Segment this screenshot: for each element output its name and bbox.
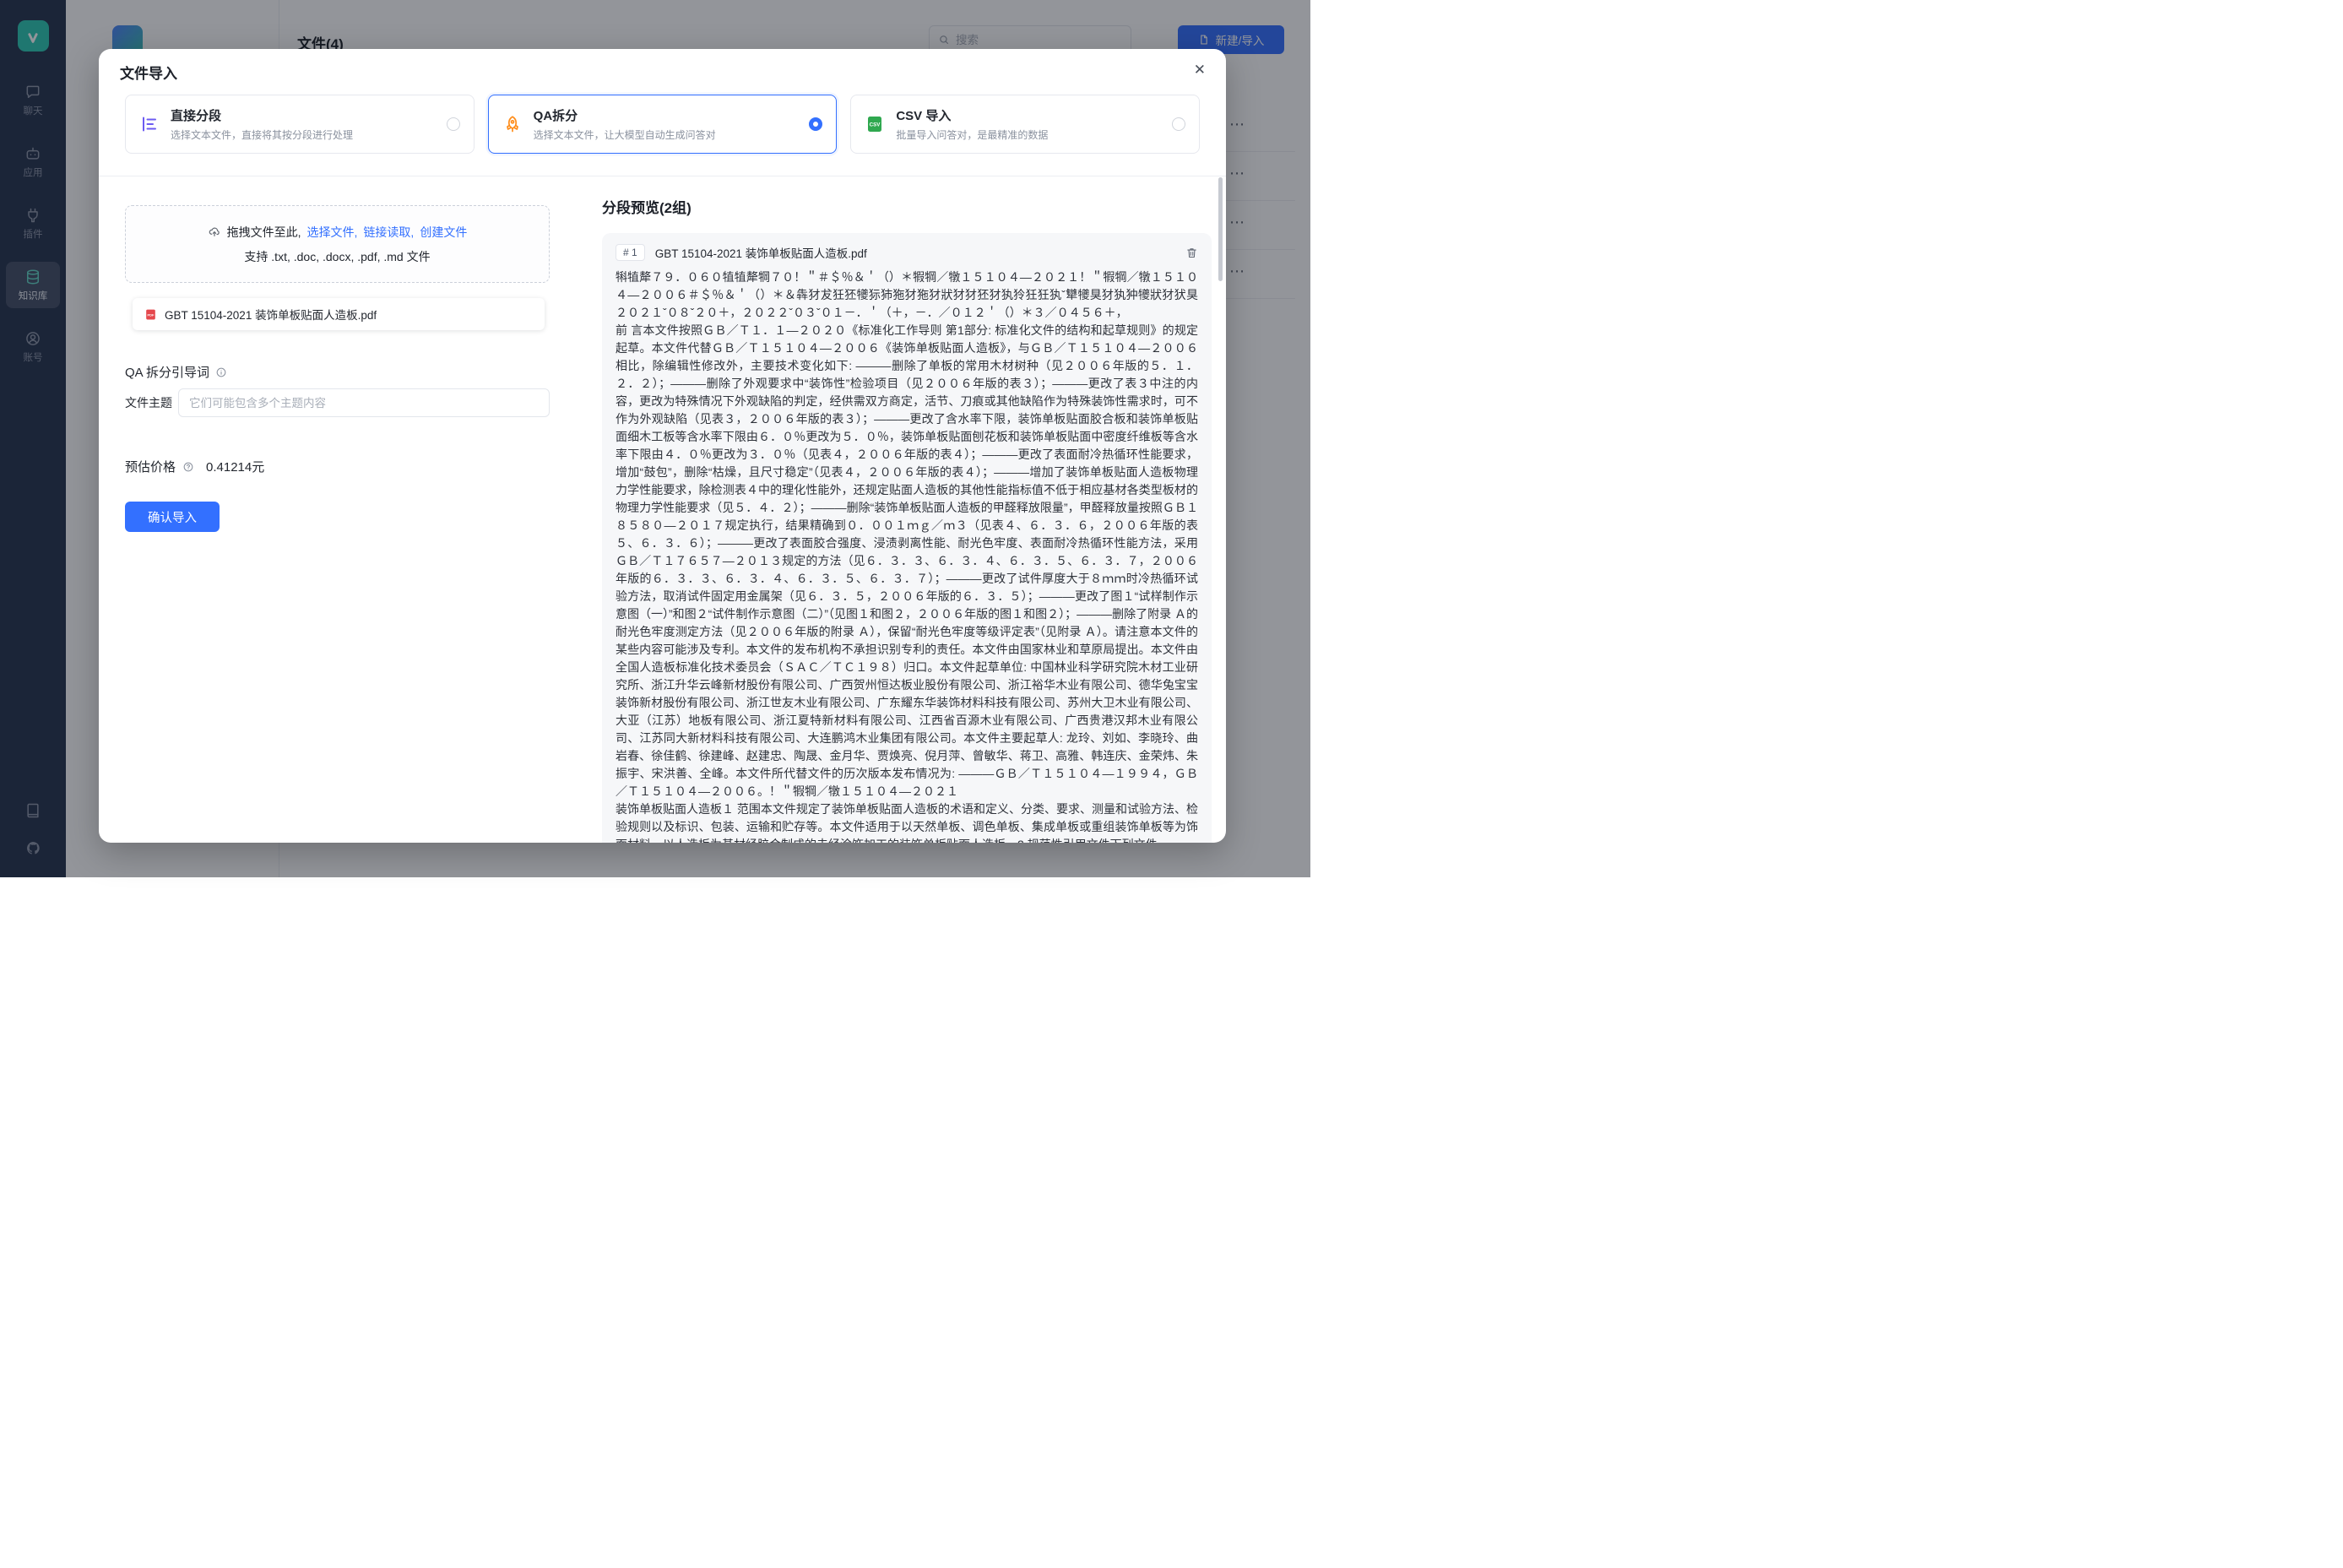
mode-title: 直接分段 <box>171 106 436 124</box>
chunk-file-name: GBT 15104-2021 装饰单板贴面人造板.pdf <box>655 244 1175 261</box>
import-mode-group: 直接分段 选择文本文件，直接将其按分段进行处理 QA拆分 选择文本文件，让大模型… <box>125 95 1200 154</box>
file-import-modal: 文件导入 ✕ 直接分段 选择文本文件，直接将其按分段进行处理 QA拆分 选择文本… <box>99 49 1226 843</box>
dropzone-line1: 拖拽文件至此, 选择文件, 链接读取, 创建文件 <box>208 224 468 241</box>
uploaded-file-name: GBT 15104-2021 装饰单板贴面人造板.pdf <box>165 306 377 323</box>
mode-card-csv-import[interactable]: CSV CSV 导入 批量导入问答对，是最精准的数据 <box>850 95 1200 154</box>
question-icon[interactable] <box>182 461 194 473</box>
qa-prompt-row: QA 拆分引导词 <box>125 363 227 381</box>
price-label: 预估价格 <box>125 458 176 475</box>
delete-chunk-button[interactable] <box>1185 247 1198 259</box>
trash-icon <box>1185 247 1198 259</box>
mode-radio[interactable] <box>1172 117 1185 131</box>
mode-title: CSV 导入 <box>896 106 1161 124</box>
price-row: 预估价格 0.41214元 <box>125 458 264 475</box>
file-dropzone[interactable]: 拖拽文件至此, 选择文件, 链接读取, 创建文件 支持 .txt, .doc, … <box>125 205 550 283</box>
mode-desc: 批量导入问答对，是最精准的数据 <box>896 128 1161 142</box>
mode-card-qa-split[interactable]: QA拆分 选择文本文件，让大模型自动生成问答对 <box>488 95 838 154</box>
topic-input[interactable] <box>178 388 550 417</box>
mode-text: QA拆分 选择文本文件，让大模型自动生成问答对 <box>534 106 799 142</box>
chunk-paragraph: 装饰单板贴面人造板１ 范围本文件规定了装饰单板贴面人造板的术语和定义、分类、要求… <box>616 800 1198 843</box>
topic-row: 文件主题 <box>125 388 550 417</box>
mode-desc: 选择文本文件，直接将其按分段进行处理 <box>171 128 436 142</box>
info-icon[interactable] <box>215 366 227 378</box>
mode-radio[interactable] <box>809 117 822 131</box>
link-fetch-link[interactable]: 链接读取, <box>363 224 414 241</box>
dropzone-prefix: 拖拽文件至此, <box>227 224 301 241</box>
mode-radio[interactable] <box>447 117 460 131</box>
chunk-preview-card: # 1 GBT 15104-2021 装饰单板贴面人造板.pdf 犐犆犛７９．０… <box>602 233 1212 843</box>
svg-text:PDF: PDF <box>148 312 155 317</box>
mode-card-direct-segment[interactable]: 直接分段 选择文本文件，直接将其按分段进行处理 <box>125 95 475 154</box>
preview-title: 分段预览(2组) <box>602 196 692 217</box>
pdf-file-icon: PDF <box>144 308 157 321</box>
segment-icon <box>139 114 160 134</box>
close-icon[interactable]: ✕ <box>1189 57 1211 82</box>
csv-file-icon: CSV <box>865 114 885 134</box>
chunk-paragraph: 犐犆犛７９．０６０犆犆犛犅７０！＂＃＄％＆＇（）＊犌犅／犜１５１０４—２０２１！… <box>616 269 1198 322</box>
modal-title: 文件导入 <box>120 62 177 83</box>
cloud-upload-icon <box>208 225 221 239</box>
qa-prompt-label: QA 拆分引导词 <box>125 363 209 381</box>
uploaded-file-item[interactable]: PDF GBT 15104-2021 装饰单板贴面人造板.pdf <box>133 298 545 330</box>
create-file-link[interactable]: 创建文件 <box>420 224 467 241</box>
svg-text:CSV: CSV <box>870 122 881 128</box>
dropzone-support-text: 支持 .txt, .doc, .docx, .pdf, .md 文件 <box>244 248 430 265</box>
mode-text: CSV 导入 批量导入问答对，是最精准的数据 <box>896 106 1161 142</box>
confirm-import-button[interactable]: 确认导入 <box>125 502 220 532</box>
chunk-index-badge: # 1 <box>616 244 645 261</box>
rocket-icon <box>502 114 523 134</box>
mode-desc: 选择文本文件，让大模型自动生成问答对 <box>534 128 799 142</box>
chunk-header: # 1 GBT 15104-2021 装饰单板贴面人造板.pdf <box>602 233 1212 267</box>
price-value: 0.41214元 <box>206 458 264 475</box>
chunk-paragraph: 前 言本文件按照ＧＢ／Ｔ１．１—２０２０《标准化工作导则 第1部分: 标准化文件… <box>616 322 1198 800</box>
mode-text: 直接分段 选择文本文件，直接将其按分段进行处理 <box>171 106 436 142</box>
mode-title: QA拆分 <box>534 106 799 124</box>
select-file-link[interactable]: 选择文件, <box>307 224 358 241</box>
modal-scrollbar-thumb[interactable] <box>1218 177 1223 281</box>
chunk-text: 犐犆犛７９．０６０犆犆犛犅７０！＂＃＄％＆＇（）＊犌犅／犜１５１０４—２０２１！… <box>602 267 1212 843</box>
topic-label: 文件主题 <box>125 394 178 411</box>
